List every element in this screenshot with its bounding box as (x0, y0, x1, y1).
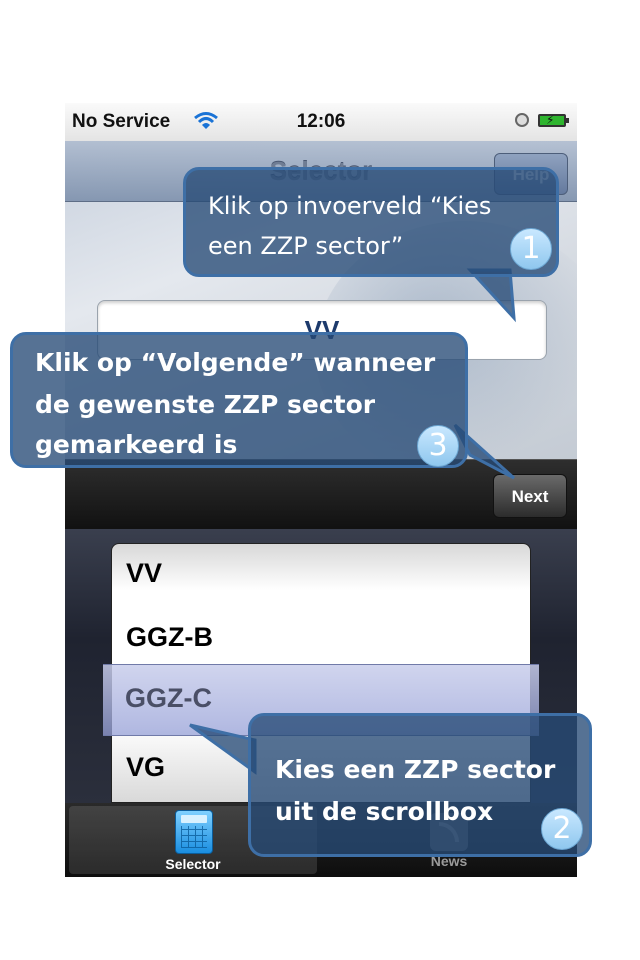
callout-3-number-badge: 3 (417, 425, 459, 467)
callout-3: Klik op “Volgende” wanneer de gewenste Z… (10, 332, 468, 468)
callout-1-number-badge: 1 (510, 228, 552, 270)
callout-2-pointer (189, 723, 257, 775)
callout-2: Kies een ZZP sector uit de scrollbox 2 (248, 713, 592, 857)
callout-1-line-1: Klik op invoerveld “Kies (208, 192, 492, 220)
callout-1-pointer (466, 268, 516, 323)
callout-3-line-3: gemarkeerd is (35, 430, 238, 459)
callout-3-line-1: Klik op “Volgende” wanneer (35, 348, 436, 377)
callout-1: Klik op invoerveld “Kies een ZZP sector”… (183, 167, 559, 277)
callout-2-line-1: Kies een ZZP sector (275, 755, 556, 784)
callout-1-line-2: een ZZP sector” (208, 232, 404, 260)
callout-2-line-2: uit de scrollbox (275, 797, 494, 826)
callout-2-number-badge: 2 (541, 808, 583, 850)
callout-3-line-2: de gewenste ZZP sector (35, 390, 376, 419)
